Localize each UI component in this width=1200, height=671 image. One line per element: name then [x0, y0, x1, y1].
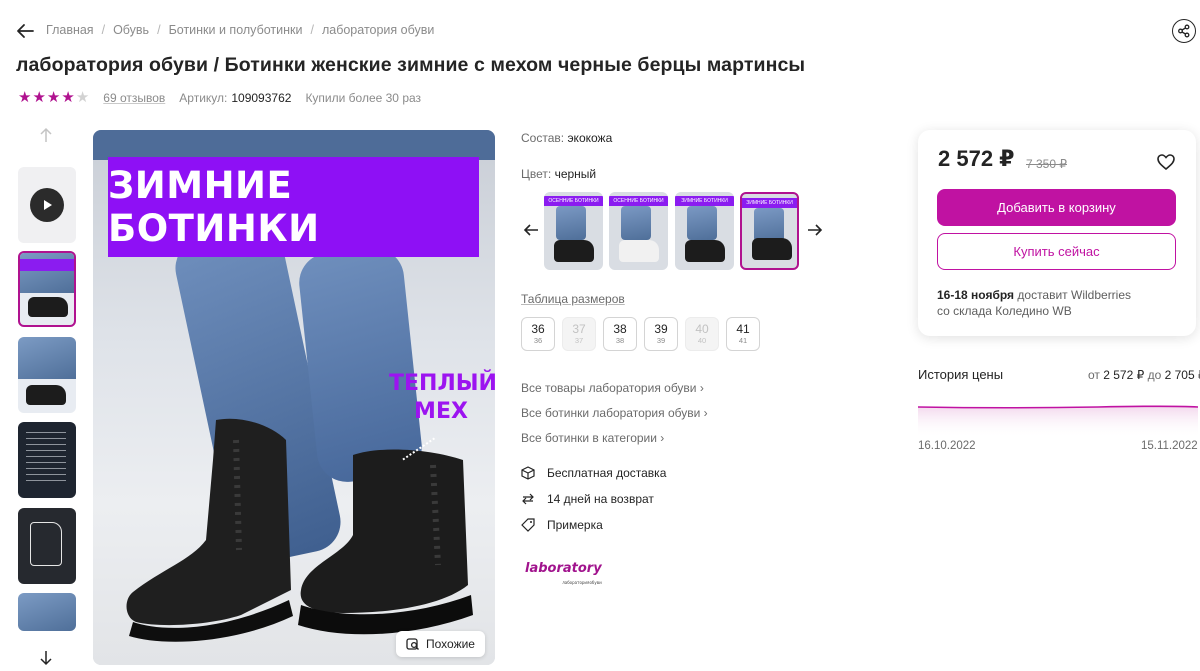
thumbnail-3[interactable]	[18, 422, 76, 498]
reviews-link[interactable]: 69 отзывов	[103, 91, 165, 105]
price-history-chart[interactable]	[918, 398, 1198, 438]
breadcrumb-home[interactable]: Главная	[46, 23, 94, 37]
color-label: Цвет: черный	[521, 167, 597, 181]
article-label: Артикул:	[179, 90, 228, 105]
chevron-right-icon: ›	[699, 381, 704, 395]
add-to-cart-button[interactable]: Добавить в корзину	[937, 189, 1176, 226]
current-price: 2 572 ₽	[938, 146, 1015, 171]
main-product-image[interactable]: ЗИМНИЕ БОТИНКИ ТЕПЛЫЙ МЕХ	[93, 130, 495, 665]
star-empty-icon: ★	[75, 89, 90, 106]
banner-text: ЗИМНИЕ БОТИНКИ	[108, 157, 479, 257]
play-icon	[30, 188, 64, 222]
left-boot-illustration	[126, 418, 293, 642]
heart-icon[interactable]	[1156, 152, 1176, 172]
size-39[interactable]: 39 39	[644, 317, 678, 351]
size-36[interactable]: 36 36	[521, 317, 555, 351]
star-icon: ★	[18, 89, 32, 106]
breadcrumb-shoes[interactable]: Обувь	[113, 23, 149, 37]
color-variant-2[interactable]: ОСЕННИЕ БОТИНКИ	[609, 192, 668, 270]
thumbnail-4[interactable]	[18, 508, 76, 584]
link-all-brand-boots[interactable]: Все ботинки лаборатория обуви ›	[521, 406, 708, 420]
size-41[interactable]: 41 41	[726, 317, 760, 351]
delivery-info: 16-18 ноября доставит Wildberries со скл…	[937, 288, 1132, 318]
similar-button[interactable]: Похожие	[396, 631, 485, 657]
box-icon	[521, 466, 535, 480]
right-boot-illustration	[298, 449, 473, 635]
size-38[interactable]: 38 38	[603, 317, 637, 351]
warm-fur-label: ТЕПЛЫЙ МЕХ	[389, 371, 495, 424]
buy-now-button[interactable]: Купить сейчас	[937, 233, 1176, 270]
link-all-category-boots[interactable]: Все ботинки в категории ›	[521, 431, 664, 445]
link-all-brand-products[interactable]: Все товары лаборатория обуви ›	[521, 381, 704, 395]
chevron-right-icon: ›	[703, 406, 708, 420]
color-variant-4[interactable]: ЗИМНИЕ БОТИНКИ	[740, 192, 799, 270]
breadcrumb: Главная / Обувь / Ботинки и полуботинки / л…	[46, 23, 435, 37]
price-history-range: от 2 572 ₽ до 2 705 ₽	[1088, 368, 1200, 382]
star-icon: ★	[61, 89, 75, 106]
history-date-start: 16.10.2022	[918, 440, 976, 452]
brand-logo[interactable]: laboratory лабораторияобуви	[525, 562, 602, 589]
color-variant-1[interactable]: ОСЕННИЕ БОТИНКИ	[544, 192, 603, 270]
thumbnail-2[interactable]	[18, 337, 76, 413]
perk-return: 14 дней на возврат	[521, 492, 654, 506]
color-prev-arrow-icon[interactable]	[522, 222, 540, 240]
back-arrow-icon[interactable]	[14, 20, 36, 42]
color-variant-3[interactable]: ЗИМНИЕ БОТИНКИ	[675, 192, 734, 270]
composition: Состав: экокожа	[521, 131, 613, 145]
size-37-unavailable[interactable]: 37 37	[562, 317, 596, 351]
tag-icon	[521, 518, 535, 532]
history-date-end: 15.11.2022	[1141, 440, 1198, 452]
color-next-arrow-icon[interactable]	[806, 222, 824, 240]
bought-count: Купили более 30 раз	[305, 90, 422, 105]
breadcrumb-boots[interactable]: Ботинки и полуботинки	[169, 23, 303, 37]
star-icon: ★	[32, 89, 46, 106]
thumb-down-arrow-icon[interactable]	[38, 650, 54, 666]
rating-stars: ★ ★ ★ ★ ★	[18, 90, 89, 105]
thumb-up-arrow-icon[interactable]	[38, 127, 54, 143]
size-40-unavailable[interactable]: 40 40	[685, 317, 719, 351]
star-icon: ★	[46, 89, 61, 106]
similar-search-icon	[406, 638, 419, 650]
price-history-title: История цены	[918, 367, 1004, 382]
article-value: 109093762	[231, 90, 292, 105]
perk-fitting: Примерка	[521, 518, 603, 532]
breadcrumb-brand[interactable]: лаборатория обуви	[322, 23, 434, 37]
chevron-right-icon: ›	[660, 431, 665, 445]
product-meta: ★ ★ ★ ★ ★ 69 отзывов Артикул: 109093762 …	[18, 90, 421, 105]
return-arrows-icon	[521, 492, 535, 506]
old-price: 7 350 ₽	[1026, 157, 1067, 171]
thumbnail-1[interactable]	[18, 251, 76, 327]
product-title: лаборатория обуви / Ботинки женские зимн…	[16, 54, 806, 76]
share-icon[interactable]	[1172, 19, 1196, 43]
perk-free-delivery: Бесплатная доставка	[521, 466, 666, 480]
size-table-link[interactable]: Таблица размеров	[521, 292, 625, 306]
video-thumbnail[interactable]	[18, 167, 76, 243]
thumbnail-5[interactable]	[18, 593, 76, 631]
